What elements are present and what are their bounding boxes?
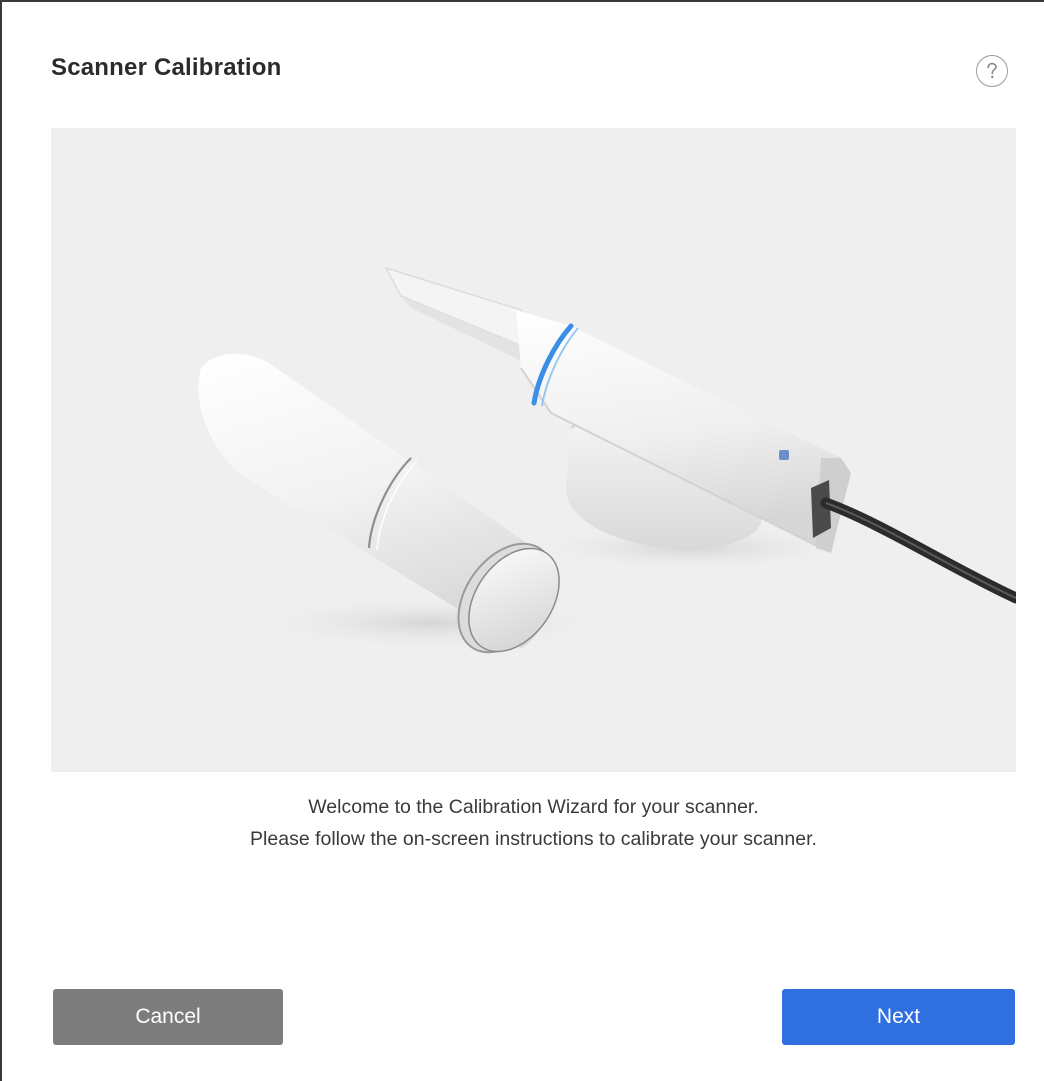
scanner-illustration [51,128,1016,772]
question-circle-icon [984,61,1000,81]
instruction-message: Please follow the on-screen instructions… [250,828,817,850]
help-button[interactable] [976,55,1008,87]
next-button[interactable]: Next [782,989,1015,1045]
dialog-title: Scanner Calibration [51,54,282,81]
calibration-dialog: Scanner Calibration Welcome to the Calib… [0,0,1044,1081]
cancel-button[interactable]: Cancel [53,989,283,1045]
welcome-message: Welcome to the Calibration Wizard for yo… [308,796,759,818]
